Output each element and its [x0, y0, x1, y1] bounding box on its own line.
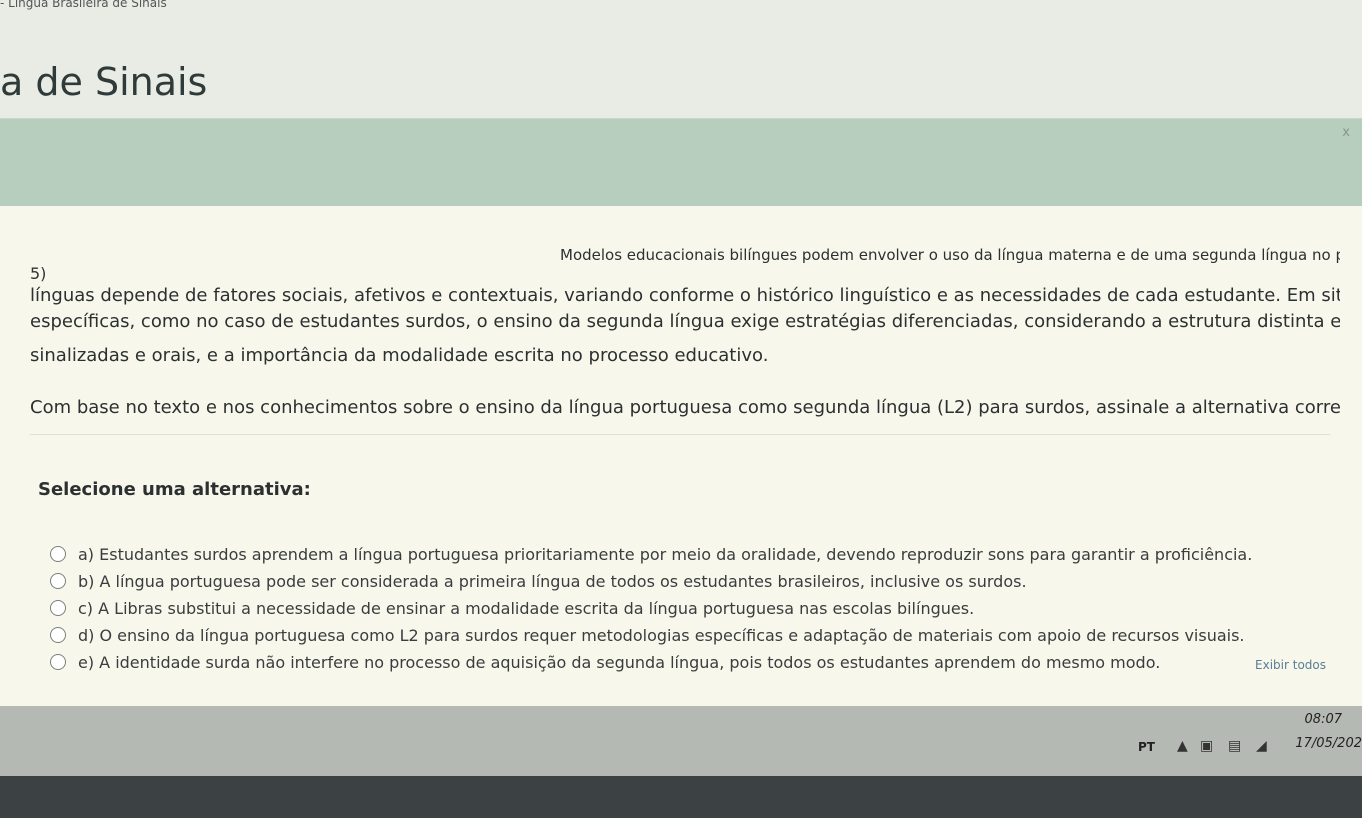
signal-icon[interactable]: ◢	[1256, 738, 1267, 754]
question-panel: 5) Modelos educacionais bilíngues podem …	[0, 206, 1362, 706]
radio-b[interactable]	[50, 573, 66, 589]
clock-time[interactable]: 08:07	[1305, 712, 1342, 727]
question-prompt: Com base no texto e nos conhecimentos so…	[30, 397, 1340, 418]
select-alternative-label: Selecione uma alternativa:	[38, 479, 311, 500]
taskbar: PT ▲ ▣ ▤ ◢ 08:07 17/05/202	[0, 706, 1362, 818]
option-a-label: a) Estudantes surdos aprendem a língua p…	[78, 544, 1253, 564]
radio-a[interactable]	[50, 546, 66, 562]
option-e-label: e) A identidade surda não interfere no p…	[78, 652, 1161, 672]
question-text-line-2: línguas depende de fatores sociais, afet…	[30, 285, 1340, 306]
option-c-label: c) A Libras substitui a necessidade de e…	[78, 598, 975, 618]
radio-d[interactable]	[50, 627, 66, 643]
page-title: a de Sinais	[0, 60, 208, 104]
question-text-line-1: Modelos educacionais bilíngues podem env…	[560, 246, 1340, 264]
option-d[interactable]: d) O ensino da língua portuguesa como L2…	[50, 623, 1340, 647]
question-text-line-4: sinalizadas e orais, e a importância da …	[30, 345, 769, 366]
question-header-band: x	[0, 118, 1362, 207]
divider	[30, 434, 1330, 435]
chevron-up-icon[interactable]: ▲	[1177, 738, 1188, 754]
option-a[interactable]: a) Estudantes surdos aprendem a língua p…	[50, 542, 1340, 566]
breadcrumb[interactable]: - Língua Brasileira de Sinais	[0, 0, 1362, 10]
clock-date[interactable]: 17/05/202	[1295, 736, 1362, 751]
option-b[interactable]: b) A língua portuguesa pode ser consider…	[50, 569, 1340, 593]
radio-e[interactable]	[50, 654, 66, 670]
question-number: 5)	[30, 264, 47, 283]
battery-icon[interactable]: ▤	[1228, 738, 1241, 754]
option-d-label: d) O ensino da língua portuguesa como L2…	[78, 625, 1245, 645]
taskbar-edge	[0, 776, 1362, 818]
option-b-label: b) A língua portuguesa pode ser consider…	[78, 571, 1027, 591]
option-e[interactable]: e) A identidade surda não interfere no p…	[50, 650, 1340, 674]
network-icon[interactable]: ▣	[1200, 738, 1213, 754]
language-indicator[interactable]: PT	[1138, 740, 1155, 754]
radio-c[interactable]	[50, 600, 66, 616]
option-c[interactable]: c) A Libras substitui a necessidade de e…	[50, 596, 1340, 620]
question-text-line-3: específicas, como no caso de estudantes …	[30, 311, 1340, 332]
close-icon[interactable]: x	[1342, 125, 1350, 140]
show-all-link[interactable]: Exibir todos	[1255, 658, 1326, 672]
